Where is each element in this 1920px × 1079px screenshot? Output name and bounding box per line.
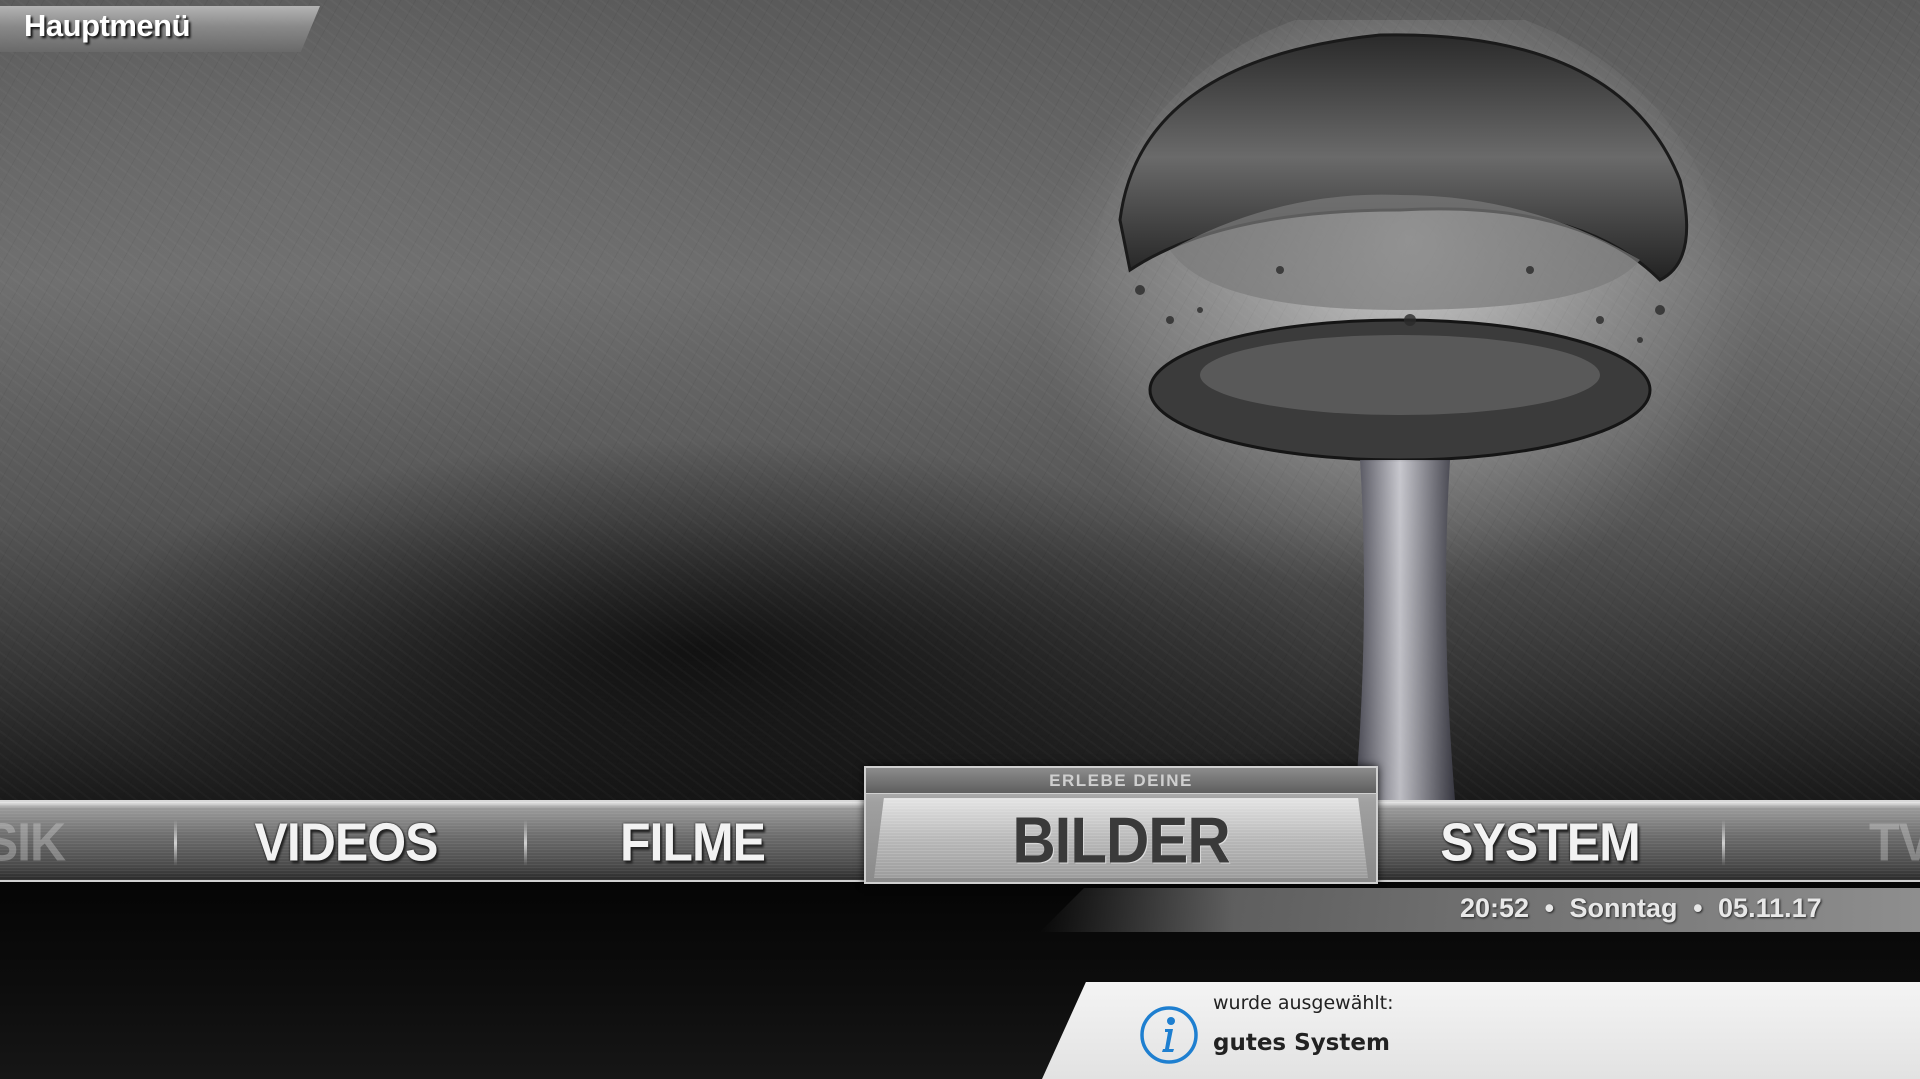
page-title: Hauptmenü <box>24 8 191 43</box>
clock-time: 20:52 <box>1460 893 1530 923</box>
clock-date: 05.11.17 <box>1718 893 1822 923</box>
selected-item-subtitle: ERLEBE DEINE <box>1049 771 1193 790</box>
menu-item-tv[interactable]: TV <box>1840 810 1920 875</box>
menu-item-system[interactable]: SYSTEM <box>1390 810 1690 875</box>
menu-item-videos[interactable]: VIDEOS <box>196 810 496 875</box>
menu-separator <box>524 820 527 866</box>
background-artwork <box>1090 20 1720 800</box>
notification-caption: wurde ausgewählt: <box>1213 992 1394 1014</box>
clock-separator: • <box>1693 893 1703 923</box>
clock-day: Sonntag <box>1569 893 1678 923</box>
clock-separator: • <box>1544 893 1555 923</box>
menu-item-filme[interactable]: FILME <box>545 810 840 875</box>
menu-separator <box>174 820 177 866</box>
menu-item-bilder[interactable]: BILDER <box>864 803 1378 879</box>
notification-message: gutes System <box>1213 1030 1390 1056</box>
clock-display: 20:52 • Sonntag • 05.11.17 <box>1460 893 1880 924</box>
menu-separator <box>1722 820 1725 866</box>
info-icon <box>1140 1006 1198 1064</box>
menu-item-musik[interactable]: SIK <box>0 810 90 875</box>
